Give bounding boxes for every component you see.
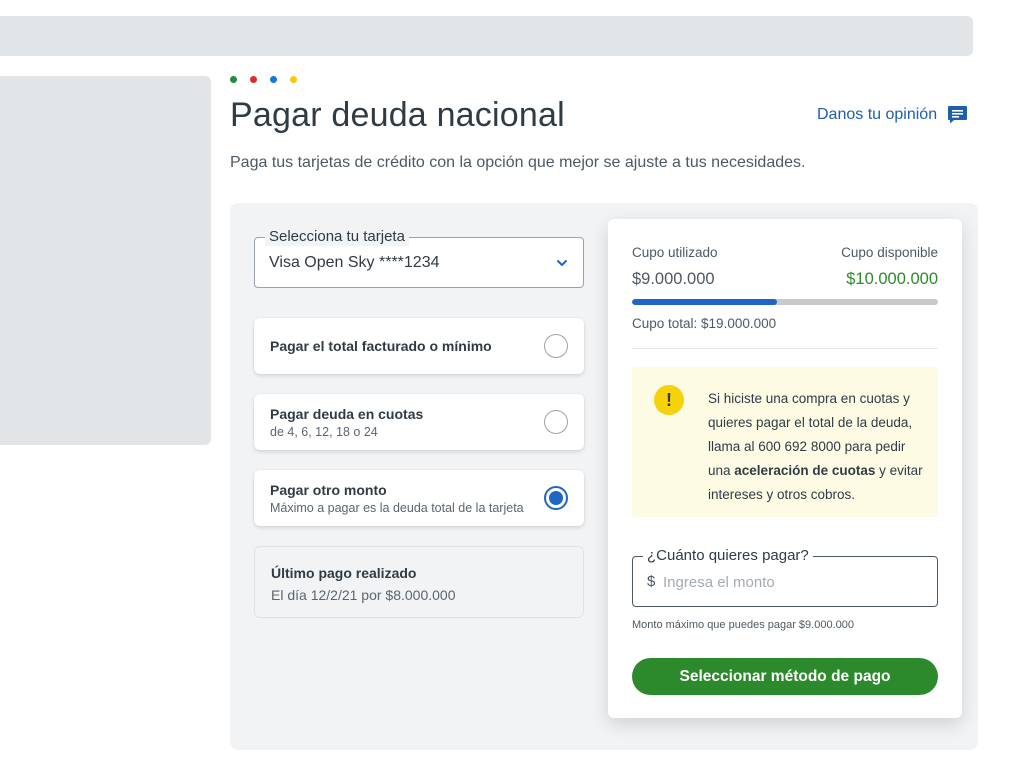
amount-field[interactable]: ¿Cuánto quieres pagar? $ <box>632 547 938 607</box>
card-select-value: Visa Open Sky ****1234 <box>269 254 440 271</box>
available-credit-label: Cupo disponible <box>841 245 938 260</box>
currency-symbol: $ <box>647 573 656 590</box>
brand-dot-yellow <box>290 76 297 83</box>
credit-usage-bar <box>632 299 938 305</box>
comment-icon <box>948 106 968 124</box>
payment-summary-card: Cupo utilizado Cupo disponible $9.000.00… <box>608 219 962 718</box>
feedback-label: Danos tu opinión <box>817 105 938 123</box>
sidebar-placeholder <box>0 76 211 445</box>
divider <box>632 348 938 349</box>
select-payment-method-button[interactable]: Seleccionar método de pago <box>632 658 938 695</box>
notice-text-bold: aceleración de cuotas <box>734 463 876 478</box>
available-credit-value: $10.000.000 <box>846 270 938 288</box>
notice-text: Si hiciste una compra en cuotas y quiere… <box>708 387 928 507</box>
option-pay-total[interactable]: Pagar el total facturado o mínimo <box>254 318 584 374</box>
chevron-down-icon <box>557 260 567 266</box>
installments-notice: ! Si hiciste una compra en cuotas y quie… <box>632 367 938 517</box>
card-select[interactable]: Selecciona tu tarjeta Visa Open Sky ****… <box>254 228 584 288</box>
top-placeholder-bar <box>0 16 973 56</box>
option-title: Pagar deuda en cuotas <box>270 406 424 422</box>
used-credit-value: $9.000.000 <box>632 270 715 288</box>
card-select-label: Selecciona tu tarjeta <box>265 228 409 246</box>
radio-button[interactable] <box>544 410 568 434</box>
brand-dot-red <box>250 76 257 83</box>
brand-dot-green <box>230 76 237 83</box>
page-subtitle: Paga tus tarjetas de crédito con la opci… <box>230 154 806 171</box>
credit-usage-fill <box>632 299 777 305</box>
last-payment-detail: El día 12/2/21 por $8.000.000 <box>271 587 456 603</box>
last-payment-info: Último pago realizado El día 12/2/21 por… <box>254 546 584 618</box>
page-title: Pagar deuda nacional <box>230 96 565 134</box>
option-pay-other-amount[interactable]: Pagar otro monto Máximo a pagar es la de… <box>254 470 584 526</box>
radio-button-selected[interactable] <box>544 486 568 510</box>
total-credit: Cupo total: $19.000.000 <box>632 316 777 331</box>
radio-button[interactable] <box>544 334 568 358</box>
option-pay-installments[interactable]: Pagar deuda en cuotas de 4, 6, 12, 18 o … <box>254 394 584 450</box>
brand-dots <box>230 76 297 83</box>
exclamation-icon: ! <box>654 385 684 415</box>
option-title: Pagar otro monto <box>270 482 387 498</box>
used-credit-label: Cupo utilizado <box>632 245 718 260</box>
last-payment-title: Último pago realizado <box>271 565 417 581</box>
amount-field-label: ¿Cuánto quieres pagar? <box>643 547 813 565</box>
feedback-link[interactable]: Danos tu opinión <box>817 105 968 124</box>
amount-input[interactable] <box>663 569 923 595</box>
max-amount-note: Monto máximo que puedes pagar $9.000.000 <box>632 619 854 631</box>
brand-dot-blue <box>270 76 277 83</box>
option-subtitle: de 4, 6, 12, 18 o 24 <box>270 425 378 439</box>
option-subtitle: Máximo a pagar es la deuda total de la t… <box>270 501 524 515</box>
option-title: Pagar el total facturado o mínimo <box>270 338 492 354</box>
